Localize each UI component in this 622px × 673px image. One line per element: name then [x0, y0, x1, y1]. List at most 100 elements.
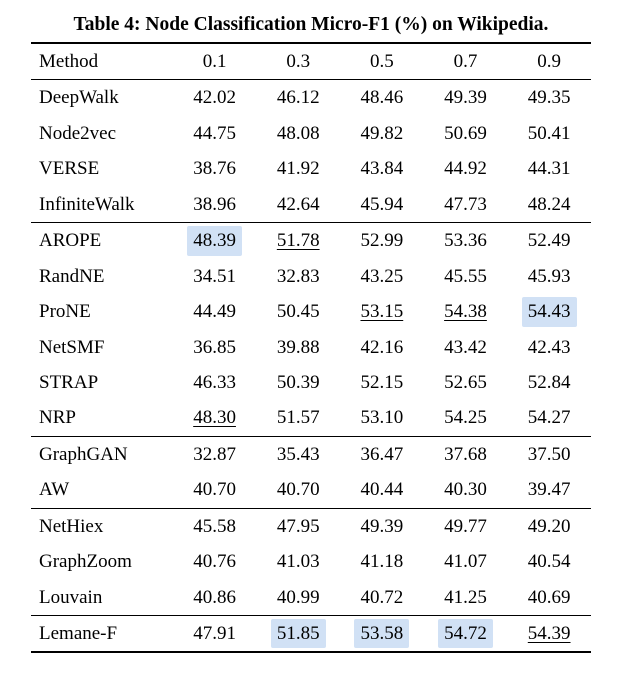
value-cell: 40.30	[424, 472, 508, 508]
value-cell: 51.85	[256, 616, 340, 653]
method-cell: AROPE	[31, 223, 173, 259]
header-col-1: 0.1	[173, 43, 257, 80]
value-cell: 48.46	[340, 80, 424, 116]
value-cell: 49.39	[340, 508, 424, 544]
value-cell: 52.15	[340, 365, 424, 400]
value-cell: 40.72	[340, 580, 424, 616]
value-cell: 48.08	[256, 116, 340, 151]
table-row: VERSE38.7641.9243.8444.9244.31	[31, 151, 591, 186]
value-cell: 43.84	[340, 151, 424, 186]
method-cell: Louvain	[31, 580, 173, 616]
value-cell: 53.10	[340, 400, 424, 436]
table-row: STRAP46.3350.3952.1552.6552.84	[31, 365, 591, 400]
header-col-2: 0.3	[256, 43, 340, 80]
value-cell: 40.99	[256, 580, 340, 616]
value-cell: 51.57	[256, 400, 340, 436]
value-cell: 44.75	[173, 116, 257, 151]
value-cell: 50.45	[256, 294, 340, 329]
value-cell: 32.87	[173, 436, 257, 472]
value-cell: 47.73	[424, 187, 508, 223]
header-row: Method 0.1 0.3 0.5 0.7 0.9	[31, 43, 591, 80]
value-cell: 41.03	[256, 544, 340, 579]
value-cell: 47.91	[173, 616, 257, 653]
value-cell: 54.72	[424, 616, 508, 653]
value-cell: 41.92	[256, 151, 340, 186]
value-cell: 44.31	[507, 151, 591, 186]
value-cell: 36.85	[173, 330, 257, 365]
value-cell: 42.02	[173, 80, 257, 116]
value-cell: 53.36	[424, 223, 508, 259]
value-cell: 42.16	[340, 330, 424, 365]
value-cell: 43.25	[340, 259, 424, 294]
value-cell: 40.54	[507, 544, 591, 579]
table-row: AROPE48.3951.7852.9953.3652.49	[31, 223, 591, 259]
value-cell: 46.33	[173, 365, 257, 400]
value-cell: 53.58	[340, 616, 424, 653]
value-cell: 35.43	[256, 436, 340, 472]
table-row: InfiniteWalk38.9642.6445.9447.7348.24	[31, 187, 591, 223]
value-cell: 43.42	[424, 330, 508, 365]
method-cell: Lemane-F	[31, 616, 173, 653]
table-row: NetSMF36.8539.8842.1643.4242.43	[31, 330, 591, 365]
method-cell: DeepWalk	[31, 80, 173, 116]
value-cell: 52.65	[424, 365, 508, 400]
method-cell: AW	[31, 472, 173, 508]
table-row: ProNE44.4950.4553.1554.3854.43	[31, 294, 591, 329]
table-caption: Table 4: Node Classification Micro-F1 (%…	[14, 14, 608, 36]
value-cell: 49.82	[340, 116, 424, 151]
value-cell: 52.84	[507, 365, 591, 400]
value-cell: 34.51	[173, 259, 257, 294]
value-cell: 40.69	[507, 580, 591, 616]
table-row: RandNE34.5132.8343.2545.5545.93	[31, 259, 591, 294]
table-row: NRP48.3051.5753.1054.2554.27	[31, 400, 591, 436]
value-cell: 48.39	[173, 223, 257, 259]
table-row: Louvain40.8640.9940.7241.2540.69	[31, 580, 591, 616]
value-cell: 52.99	[340, 223, 424, 259]
value-cell: 37.50	[507, 436, 591, 472]
table-row: AW40.7040.7040.4440.3039.47	[31, 472, 591, 508]
header-col-4: 0.7	[424, 43, 508, 80]
table-row: GraphGAN32.8735.4336.4737.6837.50	[31, 436, 591, 472]
method-cell: NetSMF	[31, 330, 173, 365]
value-cell: 51.78	[256, 223, 340, 259]
value-cell: 44.92	[424, 151, 508, 186]
value-cell: 42.64	[256, 187, 340, 223]
table-row: GraphZoom40.7641.0341.1841.0740.54	[31, 544, 591, 579]
value-cell: 46.12	[256, 80, 340, 116]
value-cell: 40.76	[173, 544, 257, 579]
header-col-5: 0.9	[507, 43, 591, 80]
value-cell: 47.95	[256, 508, 340, 544]
method-cell: Node2vec	[31, 116, 173, 151]
header-col-3: 0.5	[340, 43, 424, 80]
value-cell: 38.76	[173, 151, 257, 186]
header-method: Method	[31, 43, 173, 80]
value-cell: 49.77	[424, 508, 508, 544]
value-cell: 52.49	[507, 223, 591, 259]
value-cell: 50.41	[507, 116, 591, 151]
value-cell: 48.30	[173, 400, 257, 436]
table-row: NetHiex45.5847.9549.3949.7749.20	[31, 508, 591, 544]
value-cell: 45.55	[424, 259, 508, 294]
value-cell: 50.39	[256, 365, 340, 400]
table-row: Lemane-F47.9151.8553.5854.7254.39	[31, 616, 591, 653]
value-cell: 39.88	[256, 330, 340, 365]
value-cell: 41.25	[424, 580, 508, 616]
value-cell: 32.83	[256, 259, 340, 294]
value-cell: 38.96	[173, 187, 257, 223]
value-cell: 41.07	[424, 544, 508, 579]
value-cell: 40.70	[173, 472, 257, 508]
method-cell: GraphZoom	[31, 544, 173, 579]
method-cell: NetHiex	[31, 508, 173, 544]
results-table: Method 0.1 0.3 0.5 0.7 0.9 DeepWalk42.02…	[31, 42, 591, 653]
method-cell: GraphGAN	[31, 436, 173, 472]
value-cell: 37.68	[424, 436, 508, 472]
value-cell: 42.43	[507, 330, 591, 365]
method-cell: STRAP	[31, 365, 173, 400]
value-cell: 54.43	[507, 294, 591, 329]
value-cell: 40.70	[256, 472, 340, 508]
method-cell: VERSE	[31, 151, 173, 186]
value-cell: 48.24	[507, 187, 591, 223]
method-cell: ProNE	[31, 294, 173, 329]
table-row: DeepWalk42.0246.1248.4649.3949.35	[31, 80, 591, 116]
value-cell: 41.18	[340, 544, 424, 579]
